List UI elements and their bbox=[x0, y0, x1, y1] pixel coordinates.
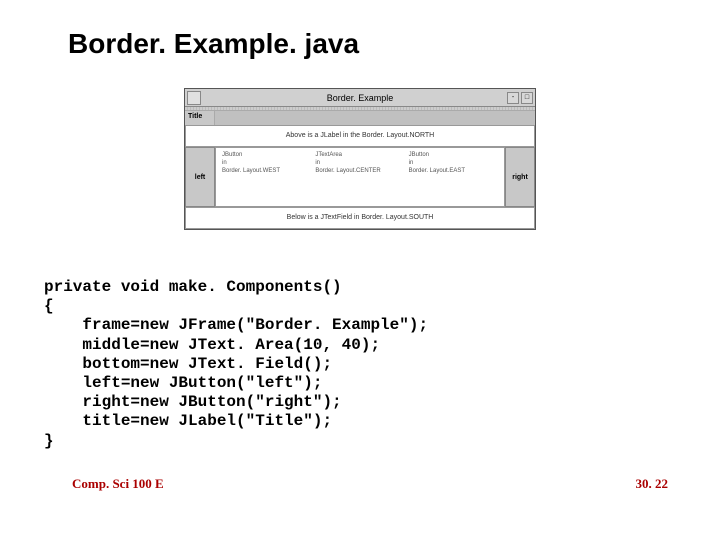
code-line: private void make. Components() bbox=[44, 278, 342, 296]
col2-line1: JTextArea bbox=[315, 152, 404, 160]
footer-course: Comp. Sci 100 E bbox=[72, 476, 164, 492]
code-line: right=new JButton("right"); bbox=[44, 393, 342, 411]
border-layout-demo: Title Above is a JLabel in the Border. L… bbox=[185, 111, 535, 229]
window-menu-icon[interactable] bbox=[187, 91, 201, 105]
col2-line3: Border. Layout.CENTER bbox=[315, 168, 404, 176]
maximize-icon[interactable]: □ bbox=[521, 92, 533, 104]
code-line: middle=new JText. Area(10, 40); bbox=[44, 336, 380, 354]
col3-line2: in bbox=[409, 160, 498, 168]
col3-line3: Border. Layout.EAST bbox=[409, 168, 498, 176]
title-label: Title bbox=[185, 111, 215, 125]
code-block: private void make. Components() { frame=… bbox=[44, 278, 428, 451]
code-line: } bbox=[44, 432, 54, 450]
left-button[interactable]: left bbox=[185, 147, 215, 207]
north-label: Above is a JLabel in the Border. Layout.… bbox=[185, 125, 535, 147]
code-line: title=new JLabel("Title"); bbox=[44, 412, 332, 430]
right-button[interactable]: right bbox=[505, 147, 535, 207]
col1-line1: JButton bbox=[222, 152, 311, 160]
window-mock: Border. Example - □ Title Above is a JLa… bbox=[184, 88, 536, 230]
col1-line3: Border. Layout.WEST bbox=[222, 168, 311, 176]
footer-page: 30. 22 bbox=[636, 476, 669, 492]
col3-line1: JButton bbox=[409, 152, 498, 160]
code-line: { bbox=[44, 297, 54, 315]
code-line: left=new JButton("left"); bbox=[44, 374, 322, 392]
col1-line2: in bbox=[222, 160, 311, 168]
slide-title: Border. Example. java bbox=[0, 0, 720, 60]
code-line: frame=new JFrame("Border. Example"); bbox=[44, 316, 428, 334]
window-title: Border. Example bbox=[185, 93, 535, 103]
col2-line2: in bbox=[315, 160, 404, 168]
south-textfield[interactable]: Below is a JTextField in Border. Layout.… bbox=[185, 207, 535, 229]
minimize-icon[interactable]: - bbox=[507, 92, 519, 104]
titlebar: Border. Example - □ bbox=[185, 89, 535, 107]
center-textarea[interactable]: JButton in Border. Layout.WEST JTextArea… bbox=[215, 147, 505, 207]
code-line: bottom=new JText. Field(); bbox=[44, 355, 332, 373]
